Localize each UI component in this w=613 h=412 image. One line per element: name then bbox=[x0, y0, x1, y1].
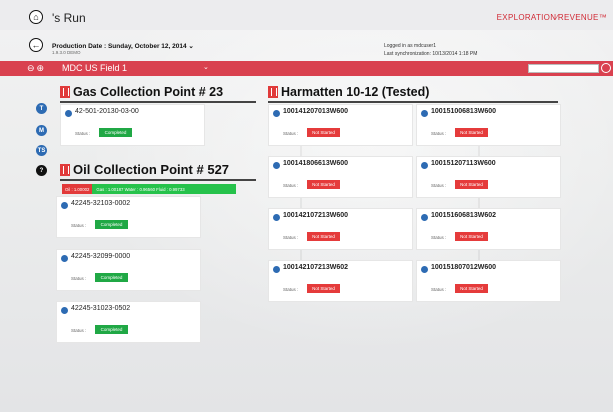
well-card[interactable]: 42245-31023-0502 Status : Completed bbox=[56, 301, 201, 343]
chevron-down-icon[interactable]: ⌄ bbox=[203, 63, 209, 71]
status-badge: Completed bbox=[95, 325, 128, 334]
sidebar-meters-icon[interactable]: M bbox=[36, 125, 47, 136]
well-id: 100142107213W602 bbox=[283, 264, 349, 271]
status-label: Status : bbox=[71, 223, 87, 228]
tower-icon bbox=[60, 163, 70, 176]
oil-collection-label: Oil Collection Point # 527 bbox=[73, 162, 230, 177]
info-icon bbox=[421, 266, 428, 273]
info-icon bbox=[61, 255, 68, 262]
well-card[interactable]: 100142107213W602 Status : Not Started bbox=[268, 260, 413, 302]
well-card[interactable]: 100141806613W600 Status : Not Started bbox=[268, 156, 413, 198]
status-label: Status : bbox=[283, 131, 299, 136]
well-id: 100141207013W600 bbox=[283, 108, 349, 115]
status-label: Status : bbox=[431, 235, 447, 240]
help-icon[interactable]: ? bbox=[36, 165, 47, 176]
section-divider bbox=[268, 101, 558, 103]
harmatten-title[interactable]: Harmatten 10-12 (Tested) bbox=[268, 85, 429, 99]
well-id: 100151006813W600 bbox=[431, 108, 497, 115]
sidebar-ts-icon[interactable]: TS bbox=[36, 145, 47, 156]
info-icon bbox=[65, 110, 72, 117]
status-label: Status : bbox=[71, 328, 87, 333]
info-icon bbox=[273, 162, 280, 169]
gas-collection-title[interactable]: Gas Collection Point # 23 bbox=[60, 85, 223, 99]
well-id: 100151207113W600 bbox=[431, 160, 496, 167]
brand-logo: EXPLORATION∕REVENUE™ bbox=[496, 13, 607, 22]
status-label: Status : bbox=[283, 235, 299, 240]
last-sync: Last synchronization: 10/13/2014 1:18 PM bbox=[384, 51, 478, 57]
status-badge: Not Started bbox=[455, 232, 488, 241]
info-icon bbox=[273, 110, 280, 117]
well-id: 42245-32103-0002 bbox=[71, 200, 131, 207]
status-label: Status : bbox=[283, 287, 299, 292]
gas-collection-label: Gas Collection Point # 23 bbox=[73, 85, 224, 99]
well-card[interactable]: 42245-32103-0002 Status : Completed bbox=[56, 196, 201, 238]
well-id: 42245-32099-0000 bbox=[71, 253, 131, 260]
well-id: 100142107213W600 bbox=[283, 212, 349, 219]
well-card[interactable]: 100151006813W600 Status : Not Started bbox=[416, 104, 561, 146]
well-card[interactable]: 100151807012W600 Status : Not Started bbox=[416, 260, 561, 302]
info-icon bbox=[421, 214, 428, 221]
status-badge: Not Started bbox=[455, 128, 488, 137]
section-divider bbox=[60, 101, 256, 103]
info-icon bbox=[421, 162, 428, 169]
status-badge: Completed bbox=[99, 128, 132, 137]
harmatten-label: Harmatten 10-12 (Tested) bbox=[281, 85, 430, 99]
status-badge: Not Started bbox=[455, 284, 488, 293]
status-label: Status : bbox=[75, 131, 91, 136]
logged-in-user: Logged in as mdcuser1 bbox=[384, 43, 436, 49]
field-bar: ⊖⊕ MDC US Field 1 ⌄ bbox=[0, 61, 613, 76]
well-id: 42245-31023-0502 bbox=[71, 305, 131, 312]
search-icon[interactable] bbox=[601, 63, 611, 73]
well-card[interactable]: 100151207113W600 Status : Not Started bbox=[416, 156, 561, 198]
status-badge: Not Started bbox=[307, 284, 340, 293]
info-icon bbox=[61, 307, 68, 314]
status-badge: Not Started bbox=[307, 232, 340, 241]
well-id: 100151606813W602 bbox=[431, 212, 497, 219]
search-input[interactable] bbox=[528, 64, 599, 73]
well-card[interactable]: 42-501-20130-03-00 Status : Completed bbox=[60, 104, 205, 146]
info-icon bbox=[273, 214, 280, 221]
status-badge: Completed bbox=[95, 220, 128, 229]
login-info: Logged in as mdcuser1 Last synchronizati… bbox=[384, 42, 477, 58]
oil-summary-strip: Oil : 1.00002 Gas : 1.00187 Water : 0.96… bbox=[62, 184, 236, 194]
back-icon[interactable]: ← bbox=[29, 38, 43, 52]
status-label: Status : bbox=[431, 131, 447, 136]
well-id: 42-501-20130-03-00 bbox=[75, 108, 139, 115]
app-title: 's Run bbox=[52, 11, 86, 25]
status-label: Status : bbox=[431, 183, 447, 188]
field-name[interactable]: MDC US Field 1 bbox=[62, 63, 127, 73]
status-label: Status : bbox=[283, 183, 299, 188]
info-icon bbox=[421, 110, 428, 117]
status-label: Status : bbox=[71, 276, 87, 281]
status-label: Status : bbox=[431, 287, 447, 292]
status-badge: Not Started bbox=[307, 128, 340, 137]
fluid-summary: Gas : 1.00187 Water : 0.96560 Fluid : 0.… bbox=[92, 184, 236, 194]
status-badge: Not Started bbox=[455, 180, 488, 189]
production-date-selector[interactable]: Production Date : Sunday, October 12, 20… bbox=[52, 42, 194, 50]
well-id: 100151807012W600 bbox=[431, 264, 497, 271]
info-icon bbox=[61, 202, 68, 209]
well-card[interactable]: 100151606813W602 Status : Not Started bbox=[416, 208, 561, 250]
oil-value: Oil : 1.00002 bbox=[62, 184, 93, 194]
well-card[interactable]: 42245-32099-0000 Status : Completed bbox=[56, 249, 201, 291]
oil-collection-title[interactable]: Oil Collection Point # 527 bbox=[60, 162, 229, 177]
version-label: 1.9.3.0 DEMO bbox=[52, 50, 81, 55]
field-nav-arrows[interactable]: ⊖⊕ bbox=[27, 63, 46, 74]
status-badge: Not Started bbox=[307, 180, 340, 189]
sidebar-tanks-icon[interactable]: T bbox=[36, 103, 47, 114]
status-badge: Completed bbox=[95, 273, 128, 282]
well-card[interactable]: 100141207013W600 Status : Not Started bbox=[268, 104, 413, 146]
well-id: 100141806613W600 bbox=[283, 160, 349, 167]
home-icon[interactable]: ⌂ bbox=[29, 10, 43, 24]
tower-icon bbox=[60, 86, 70, 98]
info-icon bbox=[273, 266, 280, 273]
section-divider bbox=[60, 179, 256, 181]
well-card[interactable]: 100142107213W600 Status : Not Started bbox=[268, 208, 413, 250]
tower-icon bbox=[268, 86, 278, 98]
